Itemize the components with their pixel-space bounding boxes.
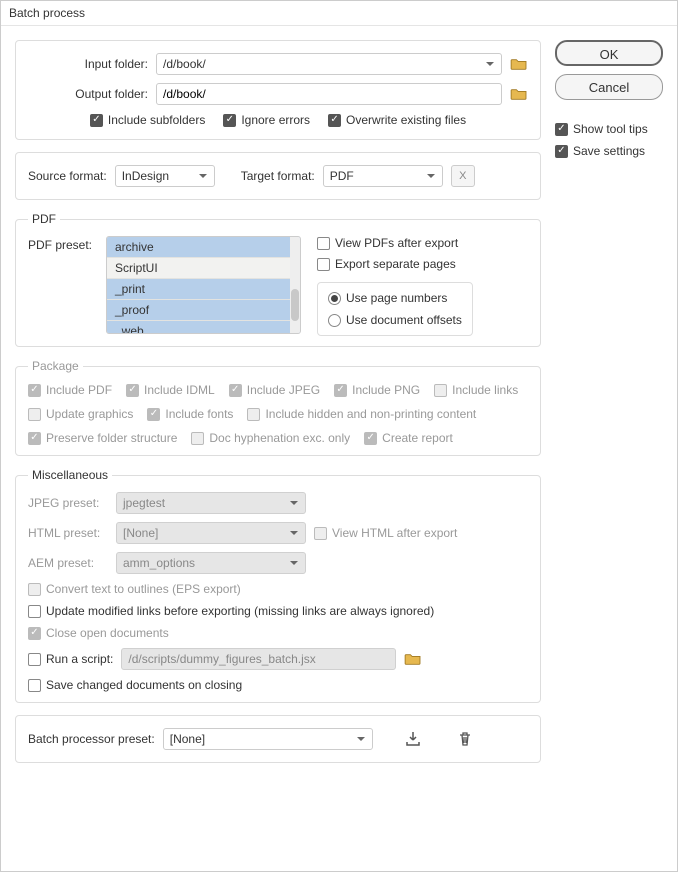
- view-pdfs-checkbox[interactable]: View PDFs after export: [317, 236, 473, 250]
- browse-script-icon[interactable]: [404, 652, 422, 666]
- use-page-numbers-radio[interactable]: Use page numbers: [328, 291, 462, 305]
- clear-format-button[interactable]: X: [451, 165, 475, 187]
- cancel-button[interactable]: Cancel: [555, 74, 663, 100]
- aem-preset-label: AEM preset:: [28, 556, 108, 570]
- misc-legend: Miscellaneous: [28, 468, 112, 482]
- misc-fieldset: Miscellaneous JPEG preset: jpegtest HTML…: [15, 468, 541, 703]
- use-doc-offsets-radio[interactable]: Use document offsets: [328, 313, 462, 327]
- ignore-errors-checkbox[interactable]: Ignore errors: [223, 113, 310, 127]
- include-jpeg-checkbox: Include JPEG: [229, 383, 320, 397]
- batch-preset-combo[interactable]: [None]: [163, 728, 373, 750]
- show-tooltips-checkbox[interactable]: Show tool tips: [555, 122, 663, 136]
- pdf-fieldset: PDF PDF preset: archive ScriptUI _print …: [15, 212, 541, 347]
- package-legend: Package: [28, 359, 83, 373]
- ok-button[interactable]: OK: [555, 40, 663, 66]
- export-separate-checkbox[interactable]: Export separate pages: [317, 257, 473, 271]
- save-changed-checkbox[interactable]: Save changed documents on closing: [28, 678, 242, 692]
- formats-panel: Source format: InDesign Target format: P…: [15, 152, 541, 200]
- convert-text-checkbox: Convert text to outlines (EPS export): [28, 582, 241, 596]
- include-links-checkbox: Include links: [434, 383, 518, 397]
- source-format-label: Source format:: [28, 169, 107, 183]
- package-fieldset: Package Include PDF Include IDML Include…: [15, 359, 541, 456]
- create-report-checkbox: Create report: [364, 431, 453, 445]
- include-subfolders-checkbox[interactable]: Include subfolders: [90, 113, 205, 127]
- include-idml-checkbox: Include IDML: [126, 383, 215, 397]
- browse-output-folder-icon[interactable]: [510, 87, 528, 101]
- overwrite-checkbox[interactable]: Overwrite existing files: [328, 113, 466, 127]
- output-folder-input[interactable]: [156, 83, 502, 105]
- batch-preset-panel: Batch processor preset: [None]: [15, 715, 541, 763]
- script-path-input: [121, 648, 396, 670]
- aem-preset-combo: amm_options: [116, 552, 306, 574]
- save-settings-checkbox[interactable]: Save settings: [555, 144, 663, 158]
- preserve-folder-checkbox: Preserve folder structure: [28, 431, 177, 445]
- target-format-label: Target format:: [241, 169, 315, 183]
- include-pdf-checkbox: Include PDF: [28, 383, 112, 397]
- jpeg-preset-label: JPEG preset:: [28, 496, 108, 510]
- folders-panel: Input folder: /d/book/ Output folder: In…: [15, 40, 541, 140]
- listbox-scrollbar[interactable]: [290, 237, 300, 333]
- window-title: Batch process: [1, 1, 677, 26]
- pdf-legend: PDF: [28, 212, 60, 226]
- update-links-checkbox[interactable]: Update modified links before exporting (…: [28, 604, 434, 618]
- view-html-checkbox: View HTML after export: [314, 526, 457, 540]
- jpeg-preset-combo: jpegtest: [116, 492, 306, 514]
- update-graphics-checkbox: Update graphics: [28, 407, 133, 421]
- input-folder-combo[interactable]: /d/book/: [156, 53, 502, 75]
- target-format-combo[interactable]: PDF: [323, 165, 443, 187]
- html-preset-combo: [None]: [116, 522, 306, 544]
- save-preset-icon[interactable]: [401, 728, 425, 750]
- pdf-preset-label: PDF preset:: [28, 236, 98, 252]
- list-item[interactable]: archive: [107, 237, 300, 258]
- include-fonts-checkbox: Include fonts: [147, 407, 233, 421]
- output-folder-label: Output folder:: [28, 87, 148, 101]
- input-folder-label: Input folder:: [28, 57, 148, 71]
- include-png-checkbox: Include PNG: [334, 383, 420, 397]
- source-format-combo[interactable]: InDesign: [115, 165, 215, 187]
- run-script-checkbox[interactable]: Run a script:: [28, 652, 113, 666]
- include-hidden-checkbox: Include hidden and non-printing content: [247, 407, 476, 421]
- delete-preset-icon[interactable]: [453, 728, 477, 750]
- list-item[interactable]: _web: [107, 321, 300, 334]
- doc-hyphenation-checkbox: Doc hyphenation exc. only: [191, 431, 350, 445]
- html-preset-label: HTML preset:: [28, 526, 108, 540]
- batch-preset-label: Batch processor preset:: [28, 732, 155, 746]
- pdf-preset-listbox[interactable]: archive ScriptUI _print _proof _web: [106, 236, 301, 334]
- list-item[interactable]: ScriptUI: [107, 258, 300, 279]
- close-docs-checkbox: Close open documents: [28, 626, 169, 640]
- browse-input-folder-icon[interactable]: [510, 57, 528, 71]
- list-item[interactable]: _proof: [107, 300, 300, 321]
- list-item[interactable]: _print: [107, 279, 300, 300]
